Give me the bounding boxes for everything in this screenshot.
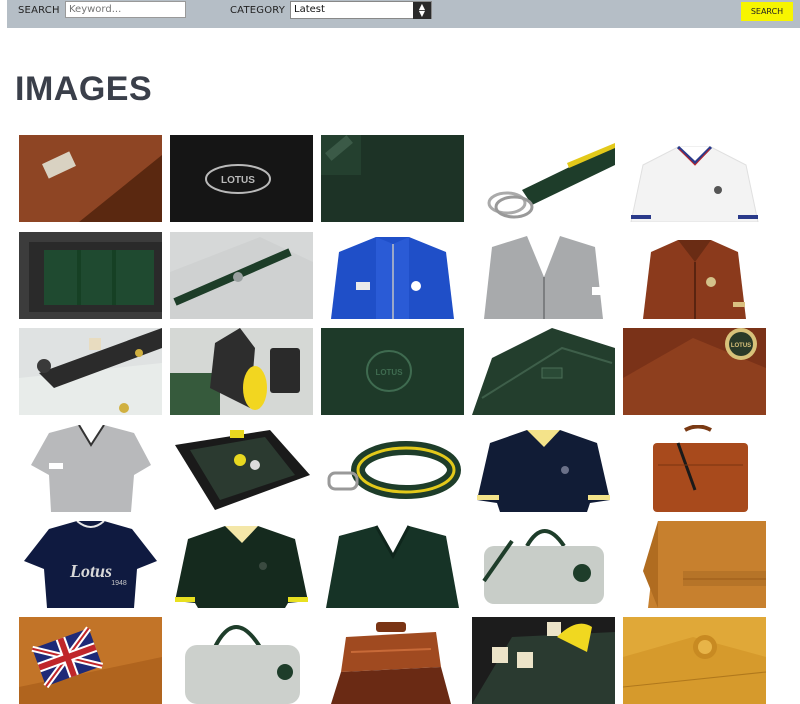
gallery-image-backgammon-set[interactable]: [19, 328, 162, 415]
gallery-image-union-jack-patch[interactable]: [19, 617, 162, 704]
gallery-image-green-vneck-sweater[interactable]: [321, 521, 464, 608]
gallery-image-open-briefcase[interactable]: [321, 617, 464, 704]
gallery-image-backgammon-board-open[interactable]: [170, 425, 313, 512]
gallery-image-grey-cardigan[interactable]: [472, 232, 615, 319]
gallery-image-yellow-pouch-kit[interactable]: [170, 328, 313, 415]
gallery-image-tan-briefcase[interactable]: [623, 425, 766, 512]
select-arrows-icon: ▲ ▼: [413, 2, 431, 19]
gallery-image-green-fabric-tag[interactable]: [321, 135, 464, 222]
gallery-image-dice-closeup[interactable]: [472, 617, 615, 704]
search-input[interactable]: [65, 1, 186, 18]
svg-text:LOTUS: LOTUS: [221, 175, 255, 186]
gallery-image-white-polo[interactable]: [623, 135, 766, 222]
gallery-image-yellow-leather-closeup[interactable]: [623, 617, 766, 704]
gallery-image-leather-jacket-badge[interactable]: LOTUS: [623, 328, 766, 415]
category-label: CATEGORY: [230, 5, 286, 16]
gallery-image-navy-polo[interactable]: [472, 425, 615, 512]
page-title: IMAGES: [15, 70, 153, 108]
svg-text:LOTUS: LOTUS: [375, 368, 403, 377]
gallery-image-grey-holdall[interactable]: [472, 521, 615, 608]
svg-text:Lotus: Lotus: [69, 561, 112, 581]
gallery-image-carbon-green-box[interactable]: [19, 232, 162, 319]
gallery-image-tan-jacket-back[interactable]: [623, 521, 766, 608]
gallery-image-leather-jacket-label[interactable]: [19, 135, 162, 222]
search-toolbar: SEARCH CATEGORY Latest ▲▼ SEARCH: [7, 0, 800, 28]
gallery-image-blue-track-jacket[interactable]: [321, 232, 464, 319]
gallery-image-navy-lotus-tshirt[interactable]: Lotus 1948: [19, 521, 162, 608]
svg-text:LOTUS: LOTUS: [731, 343, 751, 349]
gallery-image-brown-leather-jacket[interactable]: [623, 232, 766, 319]
gallery-image-green-yellow-belt[interactable]: [472, 135, 615, 222]
gallery-image-grey-holdall-side[interactable]: [170, 617, 313, 704]
gallery-image-green-bag-detail[interactable]: [472, 328, 615, 415]
gallery-image-green-logo-closeup[interactable]: LOTUS: [321, 328, 464, 415]
category-select[interactable]: Latest ▲ ▼: [290, 1, 432, 19]
gallery-image-green-yellow-belt-coiled[interactable]: [321, 425, 464, 512]
image-gallery: LOTUS LOTUS LOTUS Lotus 1948: [19, 135, 800, 704]
gallery-image-grey-women-polo[interactable]: [19, 425, 162, 512]
svg-text:1948: 1948: [111, 580, 127, 587]
category-selected-value: Latest: [294, 4, 325, 15]
gallery-image-stitched-case[interactable]: [170, 232, 313, 319]
search-button[interactable]: SEARCH: [741, 2, 793, 21]
gallery-image-black-fabric-logo[interactable]: LOTUS: [170, 135, 313, 222]
search-label: SEARCH: [18, 5, 60, 16]
gallery-image-green-polo[interactable]: [170, 521, 313, 608]
